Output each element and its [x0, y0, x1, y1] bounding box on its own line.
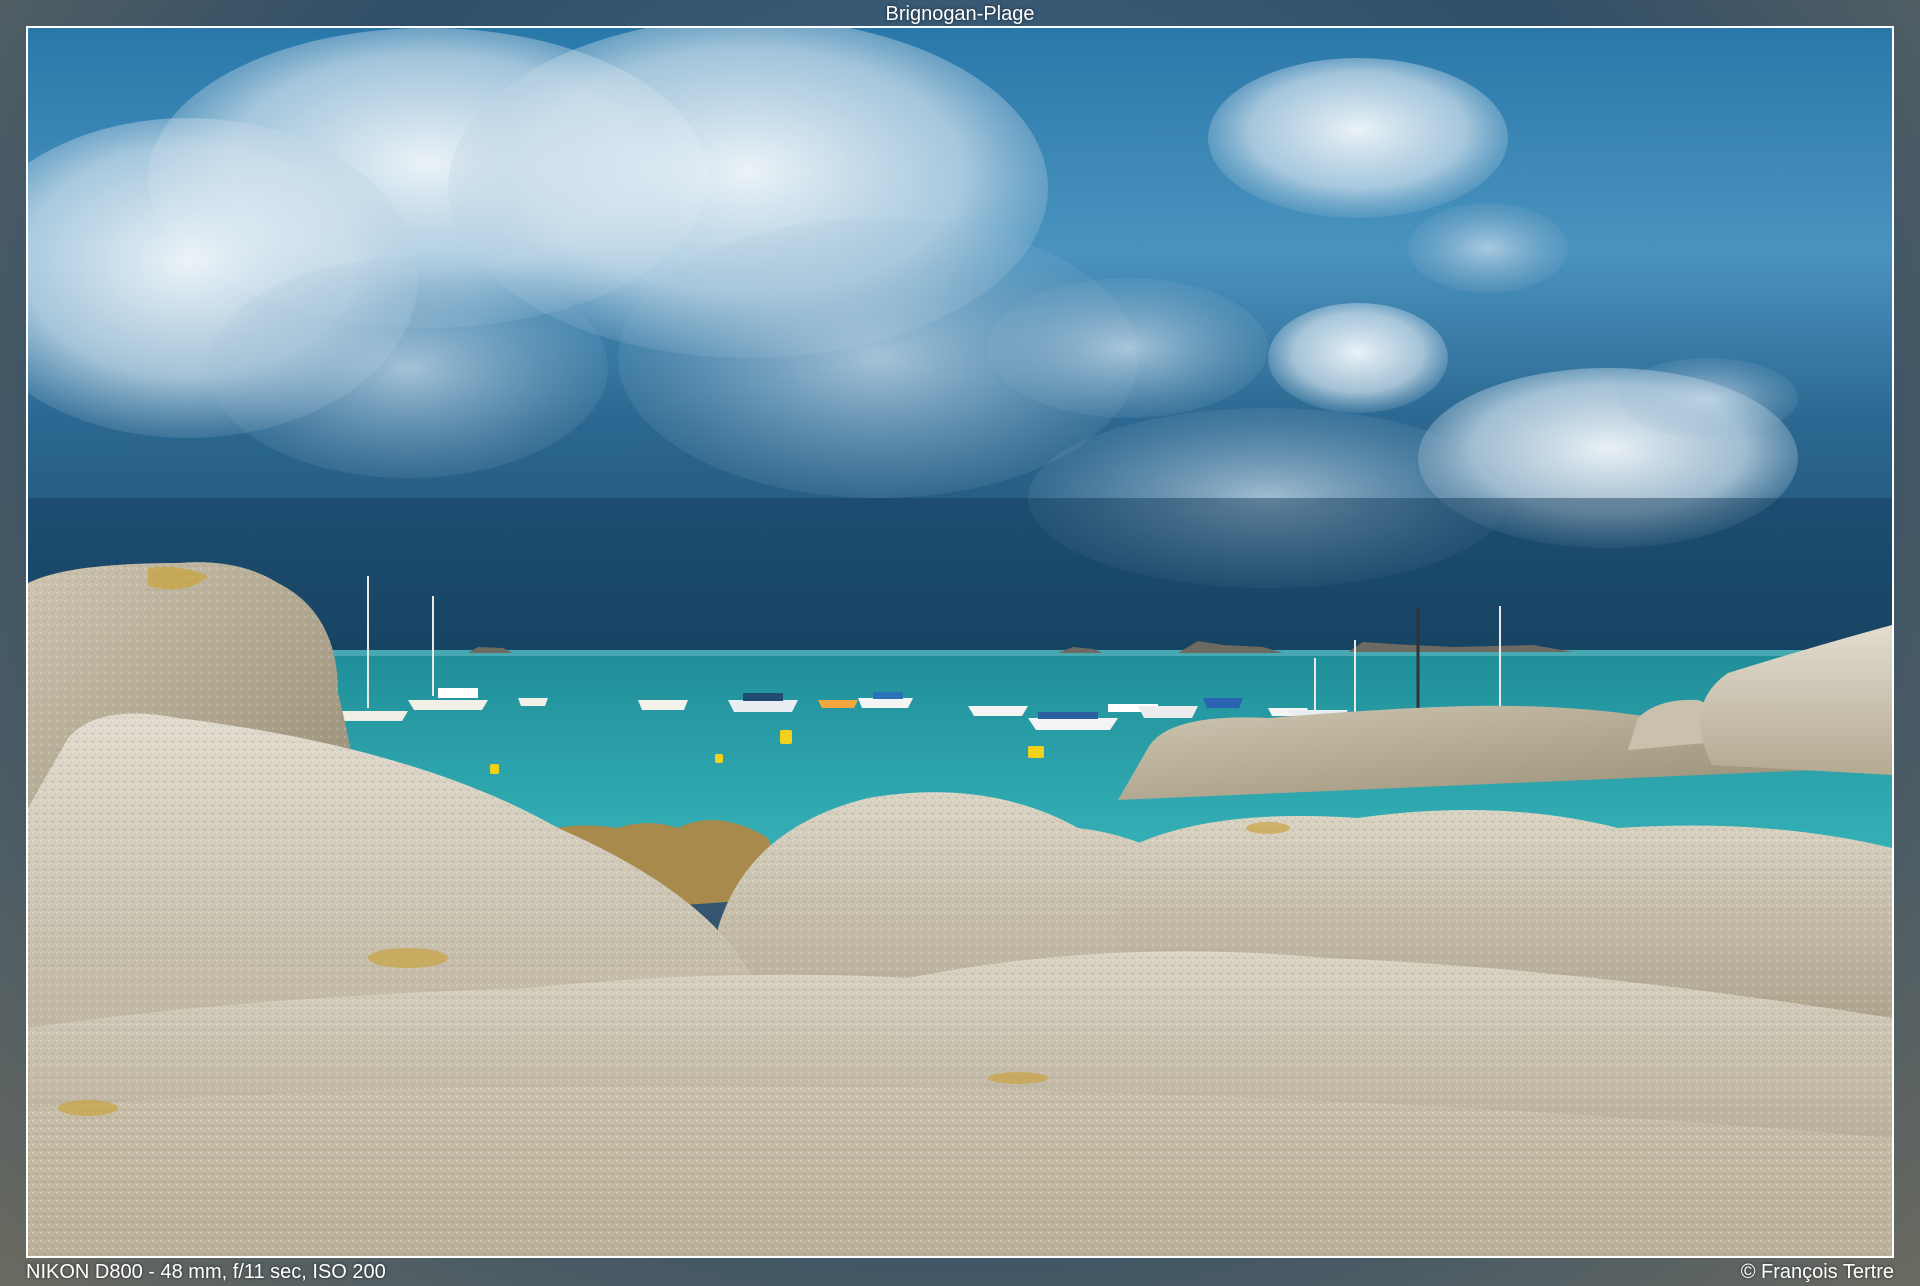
exif-caption: NIKON D800 - 48 mm, f/11 sec, ISO 200	[26, 1261, 386, 1283]
photo-frame: Brignogan-Plage NIKON D800 - 48 mm, f/11…	[0, 0, 1920, 1286]
photo-border	[26, 26, 1894, 1258]
photo-title: Brignogan-Plage	[885, 3, 1035, 25]
landscape-photo	[28, 28, 1892, 1256]
copyright-caption: © François Tertre	[1740, 1261, 1894, 1283]
